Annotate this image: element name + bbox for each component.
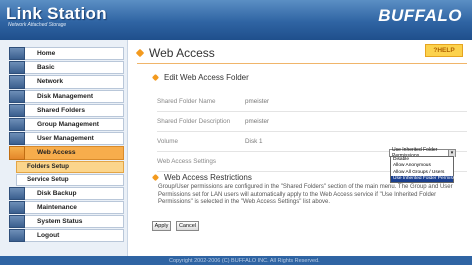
page-title-text: Web Access [149,46,215,60]
web-access-settings-dropdown: Disable Allow Anonymous Allow All Groups… [390,156,464,184]
option-use-inherited[interactable]: Use Inherited Folder Permissions [391,175,464,183]
cancel-button[interactable]: Cancel [176,221,199,231]
sidebar-item-shared-folders[interactable]: Shared Folders [9,103,124,117]
section-edit-web-access: Edit Web Access Folder [151,73,249,82]
bullet-icon [151,73,160,82]
basic-icon [9,61,25,75]
sidebar-subitem-folders-setup[interactable]: Folders Setup [16,160,124,173]
divider [137,63,467,64]
sidebar-item-system-status[interactable]: System Status [9,214,124,229]
sidebar-item-label: Disk Management [37,92,94,100]
bullet-icon [151,173,160,182]
field-label: Shared Folder Name [157,98,216,105]
sidebar-subitem-label: Folders Setup [27,163,69,170]
help-button[interactable]: ?HELP [425,44,463,57]
home-icon [9,47,25,61]
option-allow-all-groups-users[interactable]: Allow All Groups / Users [391,170,453,176]
sidebar-item-user-management[interactable]: User Management [9,132,124,146]
sidebar-item-group-management[interactable]: Group Management [9,117,124,132]
sidebar-subitem-service-setup[interactable]: Service Setup [16,173,124,186]
disk-icon [9,89,25,103]
user-icon [9,132,25,146]
sidebar-item-label: Maintenance [37,203,77,211]
logo-title: Link Station [6,4,107,23]
status-icon [9,214,25,229]
sidebar-item-network[interactable]: Network [9,75,124,89]
field-label: Volume [157,138,179,145]
table-row: Shared Folder Name pmeister [157,92,467,112]
section-title: Web Access Restrictions [164,173,252,182]
sidebar-item-logout[interactable]: Logout [9,229,124,243]
bullet-icon [135,48,145,58]
web-access-icon [9,146,25,160]
sidebar-item-label: Group Management [37,121,99,129]
sidebar-subitem-label: Service Setup [27,176,69,183]
sidebar-item-label: Logout [37,232,60,240]
maintenance-icon [9,200,25,214]
sidebar-item-label: Network [37,78,64,86]
buffalo-logo: BUFFALO [378,6,462,25]
sidebar-item-label: Web Access [37,149,76,157]
sidebar-item-web-access[interactable]: Web Access [9,146,124,160]
header: Link Station Network Attached Storage BU… [0,0,472,40]
logout-icon [9,229,25,243]
sidebar-item-home[interactable]: Home [9,47,124,61]
sidebar-item-label: Shared Folders [37,106,86,114]
sidebar-item-label: System Status [37,217,83,225]
field-label: Shared Folder Description [157,118,231,125]
section-title: Edit Web Access Folder [164,73,249,82]
field-label: Web Access Settings [157,158,217,165]
sidebar-item-label: User Management [37,135,94,143]
group-icon [9,117,25,132]
network-icon [9,75,25,89]
main-content: Web Access ?HELP Edit Web Access Folder … [129,40,472,256]
section-web-access-restrictions: Web Access Restrictions [151,173,252,182]
copyright-text: Copyright 2002-2006 (C) BUFFALO INC. All… [169,257,320,264]
sidebar-item-basic[interactable]: Basic [9,61,124,75]
field-value: pmeister [245,118,270,125]
footer: Copyright 2002-2006 (C) BUFFALO INC. All… [0,256,472,265]
restrictions-description: Group/User permissions are configured in… [158,184,453,206]
folder-icon [9,103,25,117]
sidebar-item-maintenance[interactable]: Maintenance [9,200,124,214]
field-value: pmeister [245,98,270,105]
sidebar: Home Basic Network Disk Management Share… [0,40,128,256]
field-value: Disk 1 [245,138,263,145]
sidebar-item-disk-backup[interactable]: Disk Backup [9,186,124,200]
page-title: Web Access [135,46,215,60]
sidebar-item-label: Home [37,50,56,58]
sidebar-item-disk-management[interactable]: Disk Management [9,89,124,103]
sidebar-item-label: Disk Backup [37,189,77,197]
backup-icon [9,186,25,200]
table-row: Shared Folder Description pmeister [157,112,467,132]
sidebar-item-label: Basic [37,64,55,72]
linkstation-logo: Link Station Network Attached Storage [6,4,107,28]
apply-button[interactable]: Apply [152,221,171,231]
